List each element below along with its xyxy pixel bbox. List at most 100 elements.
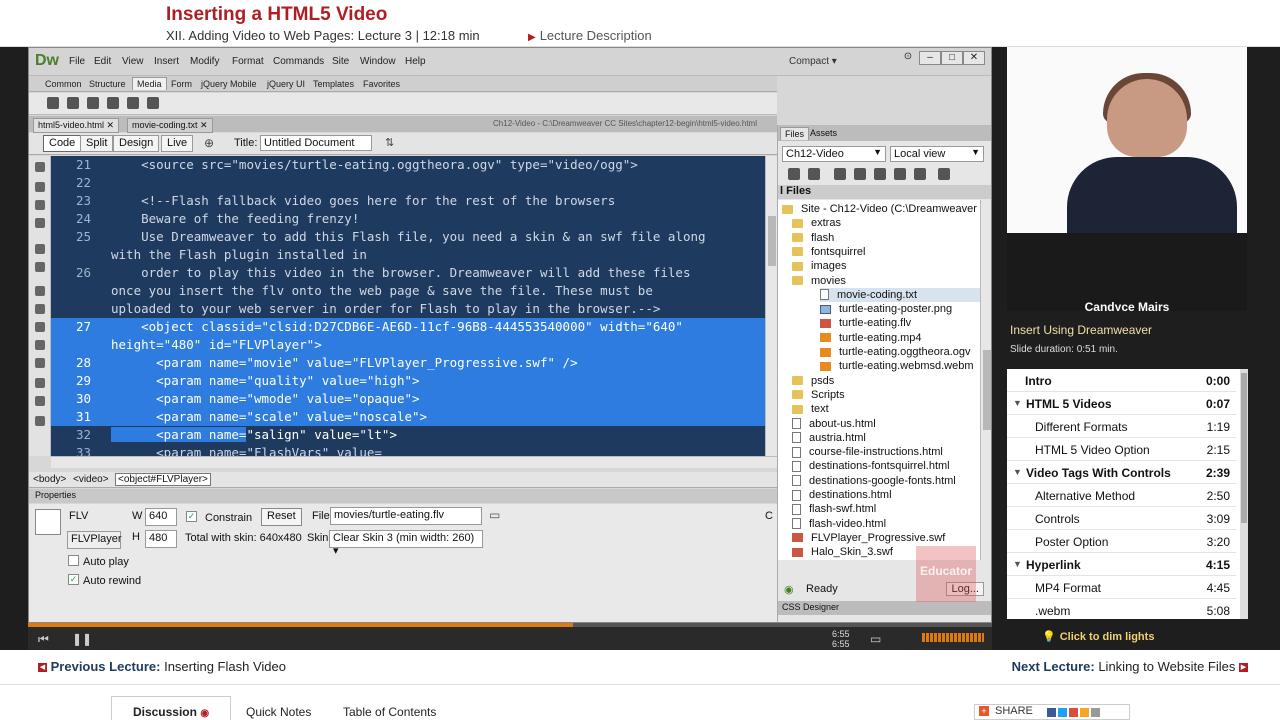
chevron-down-icon[interactable]: ▼ [1013,467,1022,477]
constrain-checkbox[interactable]: ✓ [186,511,197,522]
skip-back-icon[interactable]: ⏮ [38,632,49,647]
tab-common[interactable]: Common [41,78,86,90]
outline-item[interactable]: Poster Option 3:20 [1007,530,1236,553]
file-item[interactable]: movie-coding.txt [820,287,980,302]
menu-modify[interactable]: Modify [190,56,219,67]
outline-scrollbar[interactable] [1240,369,1248,619]
flash-video-icon[interactable] [127,97,139,109]
menu-edit[interactable]: Edit [94,56,111,67]
remove-comment-icon[interactable] [35,304,45,314]
live-view-button[interactable]: Live [161,135,194,152]
google-plus-icon[interactable] [1069,708,1078,717]
file-item[interactable]: turtle-eating.oggtheora.ogv [820,345,980,359]
file-management-icon[interactable]: ⇅ [385,136,394,149]
code-line[interactable]: 24 Beware of the feeding frenzy! [51,210,765,228]
height-field[interactable]: 480 [145,530,177,548]
previous-lecture-link[interactable]: ◀ Previous Lecture: Inserting Flash Vide… [38,659,286,674]
menu-help[interactable]: Help [405,56,426,67]
code-line[interactable]: 23 <!--Flash fallback video goes here fo… [51,192,765,210]
format-source-icon[interactable] [35,416,45,426]
pause-icon[interactable]: ❚❚ [72,632,92,646]
reset-button[interactable]: Reset [261,508,302,526]
file-item[interactable]: destinations.html [792,488,978,502]
menu-view[interactable]: View [122,56,144,67]
tab-jquery-mobile[interactable]: jQuery Mobile [197,78,261,90]
twitter-icon[interactable] [1058,708,1067,717]
skin-select[interactable]: Clear Skin 3 (min width: 260) ▾ [329,530,483,557]
outline-item[interactable]: MP4 Format 4:45 [1007,576,1236,599]
menu-site[interactable]: Site [332,56,349,67]
outline-item[interactable]: ▼ Hyperlink 4:15 [1007,553,1236,576]
file-item[interactable]: destinations-fontsquirrel.html [792,459,978,473]
flash-swf-icon[interactable] [107,97,119,109]
more-icon[interactable] [1091,708,1100,717]
folder-item[interactable]: flash [792,231,978,245]
design-view-button[interactable]: Design [113,135,160,152]
recent-snippets-icon[interactable] [35,340,45,350]
browse-folder-icon[interactable]: ▭ [489,508,500,522]
document-title-input[interactable]: Untitled Document [260,135,372,151]
code-line[interactable]: height="480" id="FLVPlayer"> [51,336,765,354]
code-line[interactable]: with the Flash plugin installed in [51,246,765,264]
code-line[interactable]: 26 order to play this video in the brows… [51,264,765,282]
html5-audio-icon[interactable] [87,97,99,109]
volume-slider[interactable] [922,633,984,642]
line-numbers-icon[interactable] [35,244,45,254]
file-item[interactable]: FLVPlayer_Progressive.swf [792,531,978,545]
file-item[interactable]: destinations-google-fonts.html [792,474,978,488]
outdent-icon[interactable] [35,396,45,406]
code-editor[interactable]: 21 <source src="movies/turtle-eating.ogg… [29,156,777,468]
menu-insert[interactable]: Insert [154,56,179,67]
folder-item[interactable]: Scripts [792,388,978,402]
tab-table-of-contents[interactable]: Table of Contents [343,705,436,719]
outline-item[interactable]: HTML 5 Video Option 2:15 [1007,438,1236,461]
folder-item[interactable]: movies [792,274,978,288]
chevron-down-icon[interactable]: ▼ [1013,398,1022,408]
check-in-icon[interactable] [894,168,906,180]
tab-discussion[interactable]: Discussion ◉ [111,696,231,720]
tab-favorites[interactable]: Favorites [359,78,404,90]
highlight-invalid-icon[interactable] [35,262,45,272]
next-lecture-link[interactable]: Next Lecture: Linking to Website Files ▶ [1012,659,1248,674]
file-field[interactable]: movies/turtle-eating.flv [330,507,482,525]
facebook-icon[interactable] [1047,708,1056,717]
get-files-icon[interactable] [834,168,846,180]
put-files-icon[interactable] [854,168,866,180]
code-line[interactable]: 33 <param name="FlashVars" value= [51,444,765,456]
code-horizontal-scrollbar[interactable] [51,456,777,468]
tab-quick-notes[interactable]: Quick Notes [246,705,311,719]
tab-jquery-ui[interactable]: jQuery UI [263,78,309,90]
plugin-icon[interactable] [147,97,159,109]
tag-video[interactable]: <video> [73,474,109,485]
maximize-button[interactable]: □ [941,51,963,65]
select-parent-icon[interactable] [35,218,45,228]
check-out-icon[interactable] [874,168,886,180]
menu-format[interactable]: Format [232,56,264,67]
code-line[interactable]: 21 <source src="movies/turtle-eating.ogg… [51,156,765,174]
video-player[interactable]: Dw File Edit View Insert Modify Format C… [0,47,1280,650]
tab-assets[interactable]: Assets [806,127,841,139]
apply-comment-icon[interactable] [35,286,45,296]
code-view-button[interactable]: Code [43,135,82,152]
open-documents-icon[interactable] [35,162,45,172]
tag-body[interactable]: <body> [33,474,66,485]
flv-name-field[interactable]: FLVPlayer [67,531,122,549]
help-icon[interactable]: ⊙ [897,51,919,65]
outline-item[interactable]: Different Formats 1:19 [1007,415,1236,438]
autorewind-checkbox[interactable]: ✓ [68,574,79,585]
code-line[interactable]: 25 Use Dreamweaver to add this Flash fil… [51,228,765,246]
site-select[interactable]: Ch12-Video ▼ [782,146,886,162]
split-view-button[interactable]: Split [80,135,114,152]
progress-bar[interactable] [28,623,992,627]
outline-item[interactable]: Intro 0:00 [1007,369,1236,392]
wrap-tag-icon[interactable] [35,322,45,332]
minimize-button[interactable]: – [919,51,941,65]
width-field[interactable]: 640 [145,508,177,526]
files-tree[interactable]: Site - Ch12-Video (C:\Dreamweaver CC extr… [778,200,980,560]
outline-item[interactable]: Alternative Method 2:50 [1007,484,1236,507]
move-css-icon[interactable] [35,358,45,368]
expand-all-icon[interactable] [35,200,45,210]
tab-form[interactable]: Form [167,78,196,90]
file-item[interactable]: flash-swf.html [792,502,978,516]
indent-icon[interactable] [35,378,45,388]
